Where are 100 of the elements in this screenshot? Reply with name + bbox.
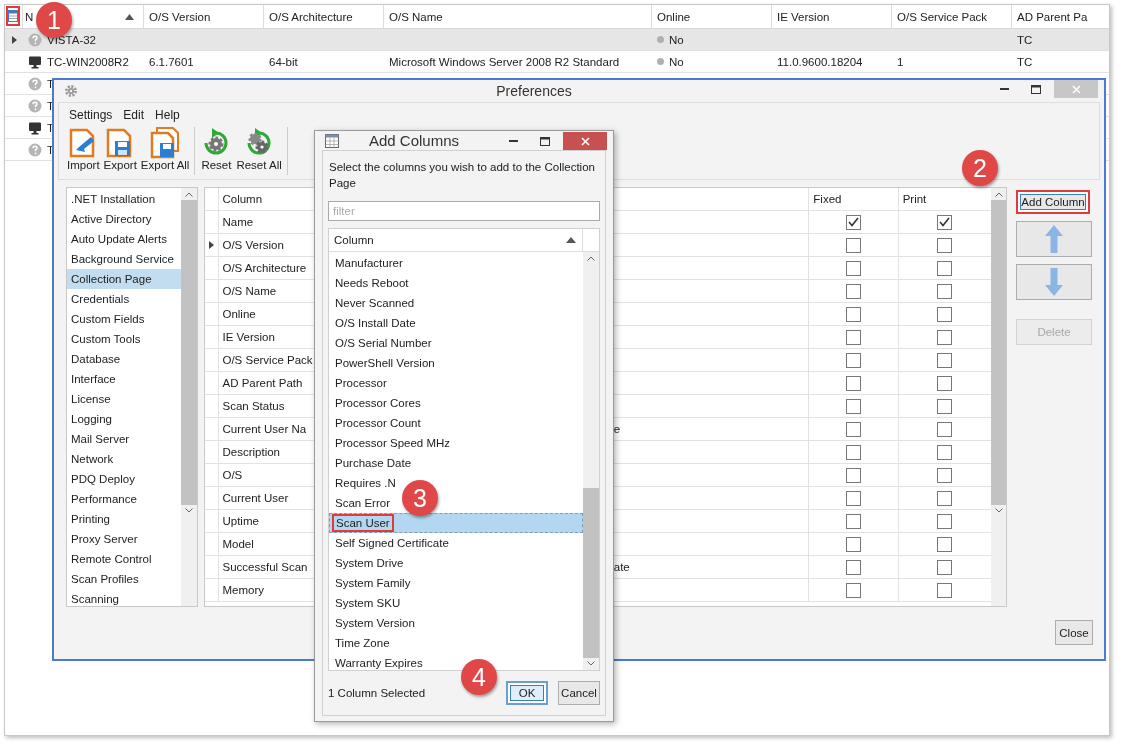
column-header[interactable]: O/S Service Pack [897, 10, 988, 23]
list-item[interactable]: Processor Cores [331, 394, 425, 412]
category-item[interactable]: Active Directory [67, 209, 181, 229]
category-item[interactable]: License [67, 389, 181, 409]
print-checkbox[interactable] [937, 306, 953, 322]
print-checkbox[interactable] [937, 237, 953, 253]
list-item[interactable]: O/S Serial Number [331, 334, 436, 352]
category-item[interactable]: Logging [67, 409, 181, 429]
list-item[interactable]: Manufacturer [331, 254, 407, 272]
column-header[interactable]: Print [902, 193, 927, 205]
column-header[interactable]: Online [657, 10, 691, 23]
list-item[interactable]: Processor Speed MHz [331, 434, 455, 452]
print-checkbox[interactable] [937, 283, 953, 299]
category-item[interactable]: Network [67, 449, 181, 469]
category-item[interactable]: Proxy Server [67, 529, 181, 549]
column-header[interactable]: AD Parent Pa [1017, 10, 1088, 23]
column-header[interactable]: IE Version [777, 10, 830, 23]
category-item[interactable]: PDQ Deploy [67, 469, 181, 489]
category-item[interactable]: .NET Installation [67, 189, 181, 209]
print-checkbox[interactable] [937, 398, 953, 414]
column-header[interactable]: N [25, 10, 34, 23]
print-checkbox[interactable] [937, 582, 953, 598]
toolbar-button[interactable]: Reset [198, 127, 235, 171]
print-checkbox[interactable] [937, 467, 953, 483]
fixed-checkbox[interactable] [846, 444, 861, 460]
close-button[interactable]: Close [1055, 620, 1093, 645]
fixed-checkbox[interactable] [846, 260, 861, 276]
list-item[interactable]: Never Scanned [331, 294, 419, 312]
fixed-checkbox[interactable] [846, 559, 861, 575]
fixed-checkbox[interactable] [846, 352, 861, 368]
toolbar-button[interactable]: Export [101, 127, 139, 171]
column-header[interactable]: O/S Architecture [269, 10, 353, 23]
column-header[interactable]: O/S Name [389, 10, 443, 23]
print-checkbox[interactable] [937, 352, 953, 368]
list-item[interactable]: Requires .N [331, 474, 400, 492]
fixed-checkbox[interactable] [846, 536, 861, 552]
category-item[interactable]: Credentials [67, 289, 181, 309]
fixed-checkbox[interactable] [846, 582, 861, 598]
dialog-button[interactable]: OK [506, 681, 548, 705]
print-checkbox[interactable] [937, 513, 953, 529]
category-item[interactable]: Custom Tools [67, 329, 181, 349]
category-item[interactable]: Auto Update Alerts [67, 229, 181, 249]
fixed-checkbox[interactable] [846, 398, 861, 414]
column-header[interactable]: Column [222, 193, 263, 205]
menu-item[interactable]: Edit [119, 107, 152, 123]
scrollbar[interactable] [991, 188, 1006, 606]
list-item[interactable]: Processor [331, 374, 391, 392]
fixed-checkbox[interactable] [846, 237, 861, 253]
list-item[interactable]: System Version [331, 614, 419, 632]
scrollbar[interactable] [583, 252, 599, 670]
list-item[interactable]: Scan Error [331, 494, 394, 512]
fixed-checkbox[interactable] [846, 513, 861, 529]
print-checkbox[interactable] [937, 375, 953, 391]
fixed-checkbox[interactable] [846, 490, 861, 506]
toolbar-button[interactable]: Reset All [234, 127, 284, 171]
print-checkbox[interactable] [937, 559, 953, 575]
print-checkbox[interactable] [937, 421, 953, 437]
category-item[interactable]: Performance [67, 489, 181, 509]
category-item[interactable]: Database [67, 349, 181, 369]
toolbar-button[interactable]: Import [65, 127, 102, 171]
list-item[interactable]: Time Zone [331, 634, 394, 652]
list-item[interactable]: Warranty Expires [331, 654, 427, 670]
fixed-checkbox[interactable] [846, 375, 861, 391]
category-item[interactable]: Mail Server [67, 429, 181, 449]
list-item[interactable]: System Family [331, 574, 415, 592]
add-column-button[interactable]: Add Column [1016, 190, 1090, 214]
filter-field[interactable]: filter [328, 201, 600, 221]
column-header[interactable]: Fixed [813, 193, 842, 205]
category-item[interactable]: Custom Fields [67, 309, 181, 329]
category-item[interactable]: Remote Control [67, 549, 181, 569]
list-item[interactable]: System Drive [331, 554, 408, 572]
column-header[interactable]: Column [334, 234, 374, 246]
print-checkbox[interactable] [937, 329, 953, 345]
list-item[interactable]: PowerShell Version [331, 354, 439, 372]
menu-item[interactable]: Settings [65, 107, 120, 123]
category-item[interactable]: Printing [67, 509, 181, 529]
category-item[interactable]: Scan Profiles [67, 569, 181, 589]
toolbar-button[interactable]: Export All [138, 127, 192, 171]
category-item[interactable]: Background Service [67, 249, 181, 269]
fixed-checkbox[interactable] [846, 329, 861, 345]
column-chooser-button[interactable] [6, 6, 20, 26]
category-item[interactable]: Interface [67, 369, 181, 389]
fixed-checkbox[interactable] [846, 421, 861, 437]
column-header[interactable]: O/S Version [149, 10, 211, 23]
list-item[interactable]: Scan User [332, 514, 394, 532]
dialog-button[interactable]: Cancel [558, 681, 600, 705]
fixed-checkbox[interactable] [846, 283, 861, 299]
list-item[interactable]: Purchase Date [331, 454, 416, 472]
fixed-checkbox[interactable] [846, 467, 861, 483]
list-item[interactable]: Processor Count [331, 414, 425, 432]
print-checkbox[interactable] [937, 444, 953, 460]
category-item[interactable]: Collection Page [67, 269, 181, 289]
list-item[interactable]: System SKU [331, 594, 405, 612]
print-checkbox[interactable] [937, 260, 953, 276]
print-checkbox[interactable] [937, 214, 953, 230]
menu-item[interactable]: Help [151, 107, 187, 123]
fixed-checkbox[interactable] [846, 214, 861, 230]
print-checkbox[interactable] [937, 490, 953, 506]
category-item[interactable]: Scanning [67, 589, 181, 606]
print-checkbox[interactable] [937, 536, 953, 552]
